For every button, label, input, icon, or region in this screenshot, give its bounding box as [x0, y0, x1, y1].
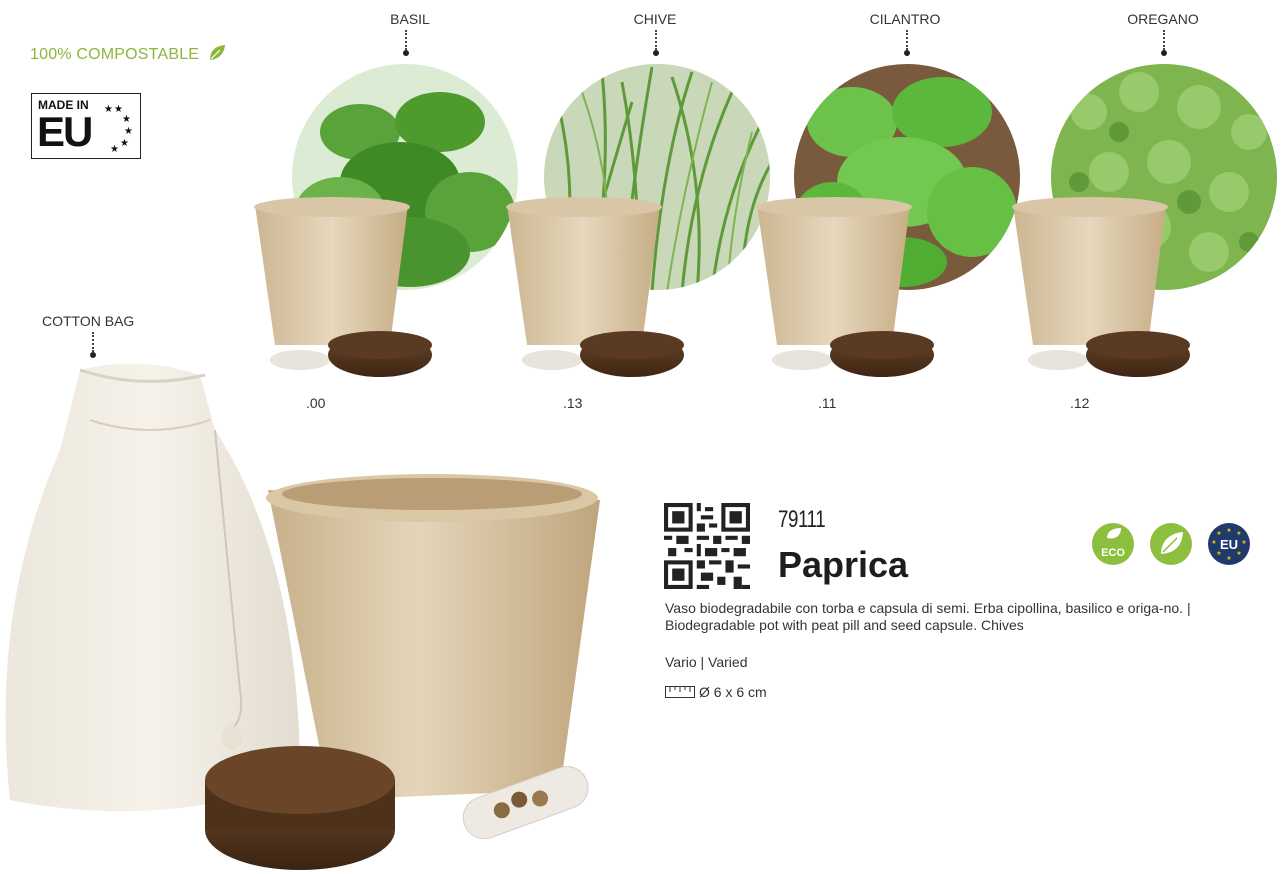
svg-text:★: ★: [122, 114, 131, 125]
variant-label-chive: CHIVE: [633, 11, 677, 27]
svg-text:★: ★: [1241, 539, 1246, 546]
eu-flag-icon: EU ★ ★★★ ★★★★: [1208, 523, 1250, 565]
vegan-leaf-icon: [1150, 523, 1192, 565]
variant-code-cilantro: .11: [818, 395, 837, 411]
pointer-line: [92, 332, 94, 352]
leaf-icon: [209, 45, 225, 60]
certification-badges: ECO EU ★ ★★★ ★★★★: [1092, 523, 1250, 565]
product-title: Paprica: [778, 544, 909, 585]
cotton-bag-label: COTTON BAG: [42, 313, 135, 329]
eu-stars-icon: ★ ★★★★★: [104, 104, 133, 154]
made-in-eu-logo: MADE IN EU ★ ★ ★ ★ ★ ★: [31, 93, 141, 159]
pointer-line: [906, 30, 908, 50]
eu-text: EU: [37, 108, 93, 155]
pointer-dot: [90, 352, 96, 358]
dimensions-text: Ø 6 x 6 cm: [699, 684, 767, 700]
pointer-dot: [904, 50, 910, 56]
product-material: Vario | Varied: [665, 654, 748, 670]
pointer-dot: [1161, 50, 1167, 56]
svg-text:★: ★: [1236, 530, 1241, 537]
product-sku: 79111: [778, 506, 826, 533]
variant-label-cilantro: CILANTRO: [869, 11, 941, 27]
eco-badge-icon: ECO: [1092, 523, 1134, 565]
variant-label-basil: BASIL: [390, 11, 430, 27]
svg-text:★: ★: [124, 126, 133, 137]
svg-text:★: ★: [104, 104, 113, 115]
svg-text:★: ★: [1226, 555, 1231, 562]
pointer-line: [655, 30, 657, 50]
svg-text:★: ★: [120, 138, 129, 149]
large-peat-pill: [205, 746, 395, 870]
ruler-icon: [665, 686, 695, 698]
svg-text:★: ★: [1216, 550, 1221, 557]
svg-text:★: ★: [1236, 550, 1241, 557]
product-description: Vaso biodegradabile con torba e capsula …: [665, 600, 1191, 633]
eco-text: ECO: [1101, 547, 1125, 559]
pointer-dot: [403, 50, 409, 56]
cotton-bag: [5, 363, 301, 812]
product-dimensions: Ø 6 x 6 cm: [665, 684, 767, 700]
variant-code-oregano: .12: [1070, 395, 1090, 411]
svg-text:★: ★: [110, 144, 119, 154]
svg-text:★: ★: [1216, 530, 1221, 537]
chive-pot: [506, 197, 684, 377]
pointer-line: [1163, 30, 1165, 50]
svg-text:★: ★: [1211, 539, 1216, 546]
svg-text:★: ★: [1226, 527, 1231, 534]
pointer-line: [405, 30, 407, 50]
compostable-label: 100% COMPOSTABLE: [30, 44, 226, 64]
pointer-dot: [653, 50, 659, 56]
variant-label-oregano: OREGANO: [1127, 11, 1199, 27]
oregano-pot: [1012, 197, 1190, 377]
basil-pot: [254, 197, 432, 377]
qr-code[interactable]: [664, 503, 750, 589]
compostable-text: 100% COMPOSTABLE: [30, 46, 200, 63]
product-photo: [5, 363, 600, 870]
cilantro-pot: [756, 197, 934, 377]
